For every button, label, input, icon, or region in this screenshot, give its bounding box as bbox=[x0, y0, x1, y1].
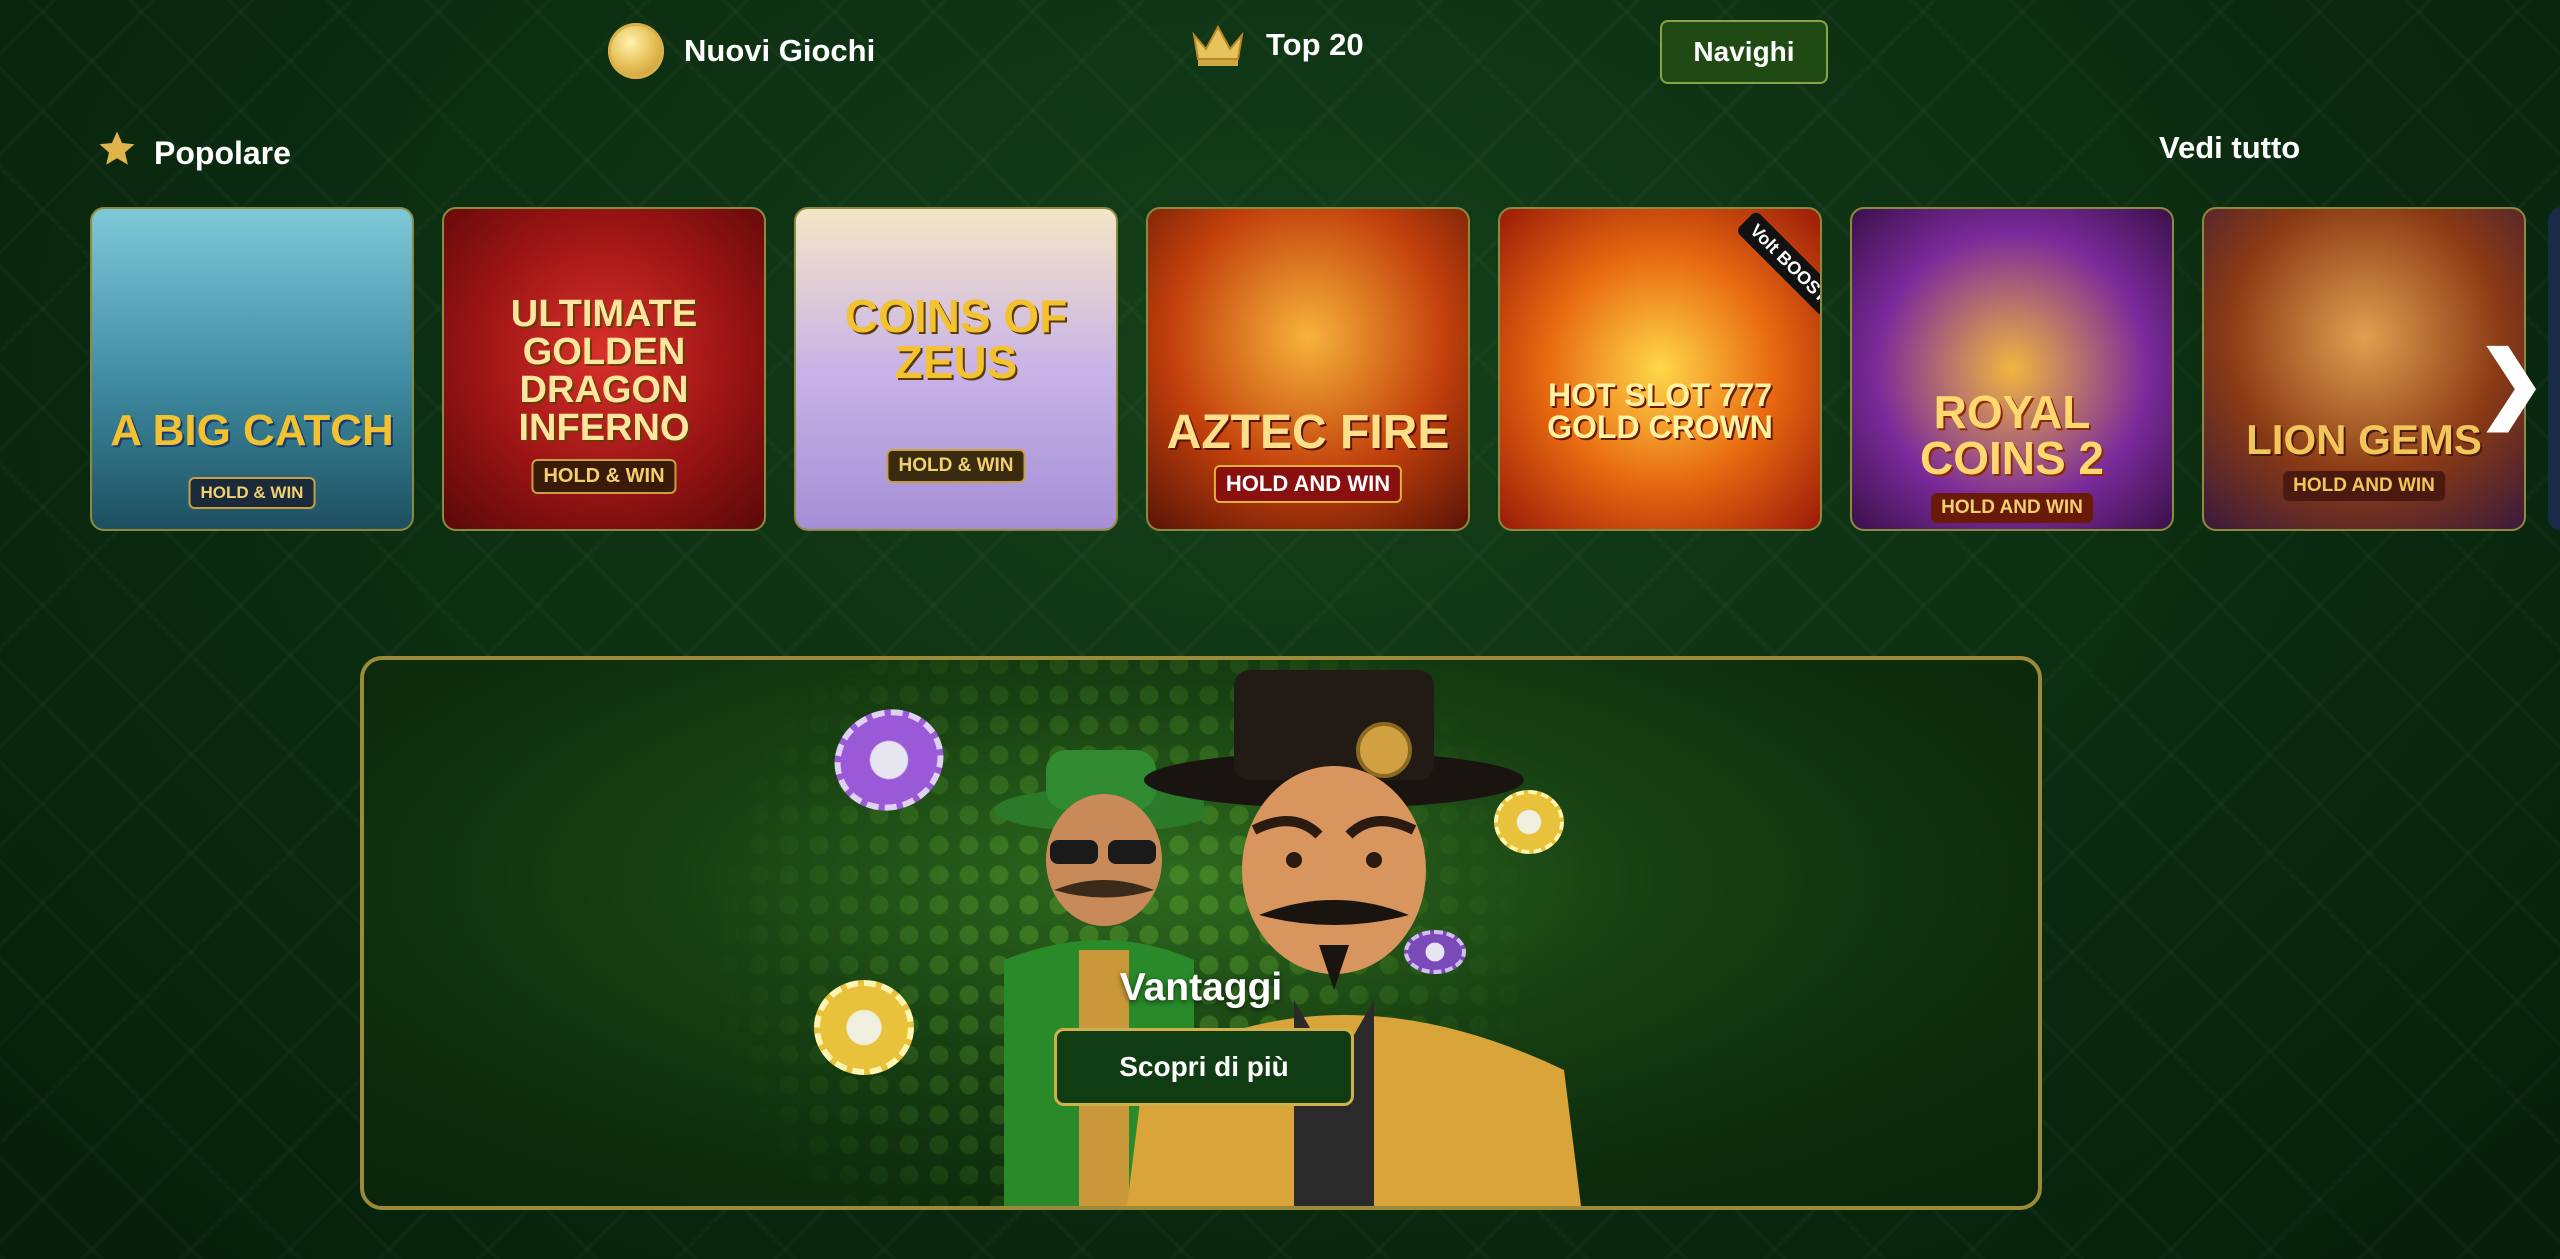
promo-banner[interactable]: Vantaggi Scopri di più bbox=[360, 656, 2042, 1210]
browse-button[interactable]: Navighi bbox=[1660, 20, 1828, 84]
game-tile-partial[interactable] bbox=[2548, 207, 2560, 531]
game-tag: HOLD & WIN bbox=[531, 459, 677, 494]
game-tag: HOLD AND WIN bbox=[2283, 471, 2445, 501]
popular-header: Popolare bbox=[96, 128, 291, 178]
nav-top20-label: Top 20 bbox=[1266, 27, 1364, 62]
carousel-next-arrow-icon[interactable]: ❯ bbox=[2476, 340, 2546, 424]
popular-carousel: A BIG CATCH HOLD & WIN ULTIMATE GOLDEN D… bbox=[0, 205, 2560, 535]
game-tag: HOLD & WIN bbox=[188, 477, 316, 509]
view-all-link[interactable]: Vedi tutto bbox=[2159, 130, 2300, 166]
game-tile[interactable]: ROYAL COINS 2 HOLD AND WIN bbox=[1850, 207, 2174, 531]
mascot-main-figure bbox=[1127, 670, 1581, 1206]
game-tag: Volt BOOST bbox=[1735, 210, 1820, 317]
game-title: ULTIMATE GOLDEN DRAGON INFERNO bbox=[510, 293, 698, 449]
game-tile[interactable]: COINS OF ZEUS HOLD & WIN bbox=[794, 207, 1118, 531]
game-title: HOT SLOT 777 GOLD CROWN bbox=[1547, 377, 1773, 445]
coin-icon bbox=[608, 23, 664, 79]
game-title: AZTEC FIRE bbox=[1166, 406, 1450, 459]
nav-top20[interactable]: Top 20 bbox=[1190, 23, 1364, 67]
game-tile[interactable]: ULTIMATE GOLDEN DRAGON INFERNO HOLD & WI… bbox=[442, 207, 766, 531]
game-tile[interactable]: HOT SLOT 777 GOLD CROWN Volt BOOST bbox=[1498, 207, 1822, 531]
discover-more-button[interactable]: Scopri di più bbox=[1054, 1028, 1354, 1106]
game-title: ROYAL COINS 2 bbox=[1919, 386, 2105, 484]
top-navigation: Nuovi Giochi Top 20 Navighi bbox=[0, 0, 2560, 100]
game-title: A BIG CATCH bbox=[110, 406, 394, 455]
star-icon bbox=[96, 128, 138, 178]
game-tag: HOLD AND WIN bbox=[1213, 465, 1403, 503]
game-tag: HOLD AND WIN bbox=[1931, 493, 2093, 523]
banner-title: Vantaggi bbox=[1119, 966, 1283, 1009]
crown-icon bbox=[1190, 23, 1246, 67]
game-title: COINS OF ZEUS bbox=[844, 290, 1068, 388]
nav-new-games[interactable]: Nuovi Giochi bbox=[608, 23, 875, 79]
game-tag: HOLD & WIN bbox=[886, 449, 1026, 483]
game-tile[interactable]: AZTEC FIRE HOLD AND WIN bbox=[1146, 207, 1470, 531]
nav-new-games-label: Nuovi Giochi bbox=[684, 33, 876, 68]
popular-title: Popolare bbox=[154, 134, 291, 171]
game-tile[interactable]: A BIG CATCH HOLD & WIN bbox=[90, 207, 414, 531]
